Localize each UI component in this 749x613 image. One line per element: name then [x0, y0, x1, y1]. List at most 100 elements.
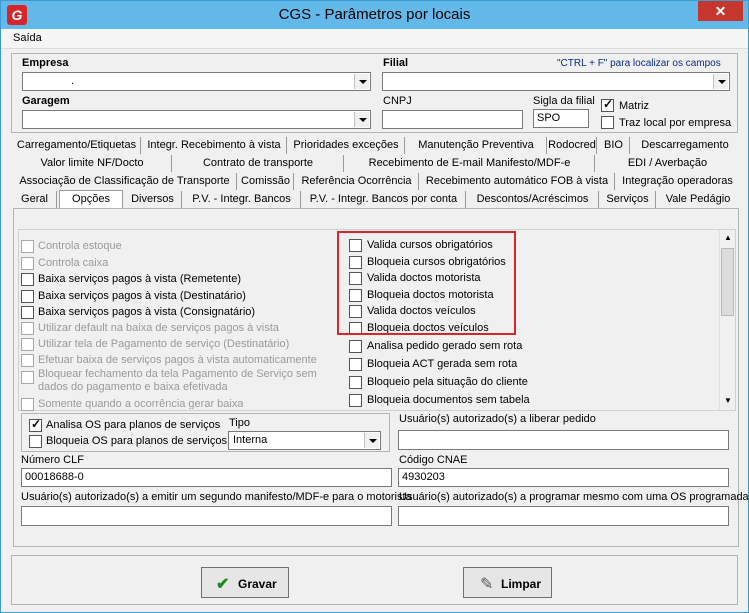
scroll-down-icon[interactable]: ▼	[724, 396, 732, 405]
traz-local-label: Traz local por empresa	[619, 117, 732, 129]
bloquear-fechamento-checkbox[interactable]	[21, 371, 34, 384]
chevron-down-icon[interactable]	[354, 74, 369, 89]
chevron-down-icon[interactable]	[354, 112, 369, 127]
tab-integracao-operadoras[interactable]: Integração operadoras	[616, 173, 739, 190]
baixa-destinatario-label: Baixa serviços pagos à vista (Destinatár…	[38, 290, 246, 302]
efetuar-baixa-label: Efetuar baixa de serviços pagos à vista …	[38, 354, 317, 366]
cnpj-label: CNPJ	[383, 95, 412, 107]
sigla-field[interactable]: SPO	[533, 109, 589, 128]
controla-estoque-label: Controla estoque	[38, 240, 122, 252]
limpar-label: Limpar	[501, 577, 542, 591]
tab-edi-averbacao[interactable]: EDI / Averbação	[596, 155, 739, 172]
matriz-checkbox[interactable]	[601, 97, 614, 112]
tab-referencia[interactable]: Referência Ocorrência	[295, 173, 419, 190]
baixa-consignatario-checkbox[interactable]	[21, 306, 34, 319]
sigla-label: Sigla da filial	[533, 95, 595, 107]
tab-diversos[interactable]: Diversos	[124, 191, 182, 208]
tab-bio[interactable]: BIO	[598, 137, 630, 154]
bloqueia-act-checkbox[interactable]	[349, 358, 362, 371]
sigla-value: SPO	[537, 112, 561, 124]
somente-ocorrencia-checkbox[interactable]	[21, 398, 34, 411]
chevron-down-icon[interactable]	[364, 433, 379, 448]
usuarios-programar-label: Usuário(s) autorizado(s) a programar mes…	[399, 491, 749, 503]
gravar-label: Gravar	[238, 577, 277, 591]
cnpj-field[interactable]	[382, 110, 523, 129]
button-bar	[11, 555, 738, 605]
checkmark-icon: ✔	[216, 576, 230, 593]
tab-valor-limite[interactable]: Valor limite NF/Docto	[13, 155, 172, 172]
tab-carregamento[interactable]: Carregamento/Etiquetas	[13, 137, 141, 154]
chevron-down-icon[interactable]	[713, 74, 728, 89]
numero-clf-field[interactable]: 00018688-0	[21, 468, 392, 487]
limpar-button[interactable]: ✎ Limpar	[463, 567, 552, 598]
garagem-select[interactable]	[22, 110, 371, 129]
numero-clf-label: Número CLF	[21, 454, 84, 466]
menu-item-saida[interactable]: Saída	[13, 32, 42, 44]
baixa-destinatario-checkbox[interactable]	[21, 290, 34, 303]
bloqueio-situacao-label: Bloqueio pela situação do cliente	[367, 376, 528, 388]
codigo-cnae-field[interactable]: 4930203	[398, 468, 729, 487]
baixa-remetente-label: Baixa serviços pagos à vista (Remetente)	[38, 273, 241, 285]
tab-associacao[interactable]: Associação de Classificação de Transport…	[13, 173, 237, 190]
tab-descarregamento[interactable]: Descarregamento	[631, 137, 739, 154]
tab-integr-recebimento[interactable]: Integr. Recebimento à vista	[142, 137, 287, 154]
bloqueia-os-checkbox[interactable]	[29, 435, 42, 448]
numero-clf-value: 00018688-0	[25, 471, 84, 483]
close-button[interactable]: ✕	[698, 1, 743, 21]
codigo-cnae-value: 4930203	[402, 471, 445, 483]
traz-local-checkbox[interactable]	[601, 116, 614, 129]
somente-ocorrencia-label: Somente quando a ocorrência gerar baixa	[38, 398, 244, 409]
tab-recebimento-fob[interactable]: Recebimento automático FOB à vista	[420, 173, 615, 190]
analisa-pedido-label: Analisa pedido gerado sem rota	[367, 340, 523, 352]
tab-contrato[interactable]: Contrato de transporte	[173, 155, 344, 172]
scroll-up-icon[interactable]: ▲	[724, 233, 732, 242]
empresa-select[interactable]: .	[22, 72, 371, 91]
efetuar-baixa-checkbox[interactable]	[21, 354, 34, 367]
bloqueia-os-label: Bloqueia OS para planos de serviços	[46, 435, 227, 447]
tab-rodocred[interactable]: Rodocred	[548, 137, 597, 154]
eraser-icon: ✎	[480, 576, 494, 593]
usuarios-segundo-manifesto-label: Usuário(s) autorizado(s) a emitir um seg…	[21, 491, 412, 503]
tipo-label: Tipo	[229, 417, 250, 429]
bloquear-fechamento-label-2: dados do pagamento e baixa efetivada	[38, 381, 228, 393]
title-bar: G CGS - Parâmetros por locais ✕	[1, 1, 748, 29]
tab-vale-pedagio[interactable]: Vale Pedágio	[657, 191, 739, 208]
filial-label: Filial	[383, 57, 409, 69]
bloqueia-documentos-checkbox[interactable]	[349, 394, 362, 407]
usuarios-programar-field[interactable]	[398, 506, 729, 526]
baixa-consignatario-label: Baixa serviços pagos à vista (Consignatá…	[38, 306, 256, 318]
filial-select[interactable]	[382, 72, 730, 91]
tab-geral[interactable]: Geral	[13, 191, 57, 208]
tab-recebimento-email[interactable]: Recebimento de E-mail Manifesto/MDF-e	[345, 155, 595, 172]
tab-manutencao[interactable]: Manutenção Preventiva	[406, 137, 547, 154]
utilizar-tela-checkbox[interactable]	[21, 338, 34, 351]
analisa-pedido-checkbox[interactable]	[349, 340, 362, 353]
empresa-label: Empresa	[22, 57, 69, 69]
matriz-label: Matriz	[619, 100, 649, 112]
tab-opcoes[interactable]: Opções	[59, 190, 123, 209]
vertical-scrollbar[interactable]: ▲ ▼	[719, 230, 735, 410]
controla-caixa-checkbox[interactable]	[21, 257, 34, 270]
tab-descontos[interactable]: Descontos/Acréscimos	[467, 191, 599, 208]
tipo-select[interactable]: Interna	[228, 431, 381, 450]
controla-estoque-checkbox[interactable]	[21, 240, 34, 253]
menu-bar: Saída	[1, 29, 748, 49]
tab-pv-integr-bancos-conta[interactable]: P.V. - Integr. Bancos por conta	[302, 191, 466, 208]
tab-prioridades[interactable]: Prioridades exceções	[288, 137, 405, 154]
bloqueia-act-label: Bloqueia ACT gerada sem rota	[367, 358, 518, 370]
baixa-remetente-checkbox[interactable]	[21, 273, 34, 286]
gravar-button[interactable]: ✔ Gravar	[201, 567, 289, 598]
usuarios-liberar-field[interactable]	[398, 430, 729, 450]
main-window: G CGS - Parâmetros por locais ✕ Saída Em…	[0, 0, 749, 613]
empresa-value: .	[71, 75, 75, 87]
scroll-thumb[interactable]	[721, 248, 734, 316]
analisa-os-checkbox[interactable]	[29, 417, 42, 432]
utilizar-default-checkbox[interactable]	[21, 322, 34, 335]
bloqueio-situacao-checkbox[interactable]	[349, 376, 362, 389]
tab-pv-integr-bancos[interactable]: P.V. - Integr. Bancos	[183, 191, 301, 208]
tab-servicos[interactable]: Serviços	[600, 191, 656, 208]
highlight-box	[337, 231, 516, 335]
usuarios-segundo-manifesto-field[interactable]	[21, 506, 392, 526]
tab-comissao[interactable]: Comissão	[238, 173, 294, 190]
window-title: CGS - Parâmetros por locais	[278, 6, 471, 23]
